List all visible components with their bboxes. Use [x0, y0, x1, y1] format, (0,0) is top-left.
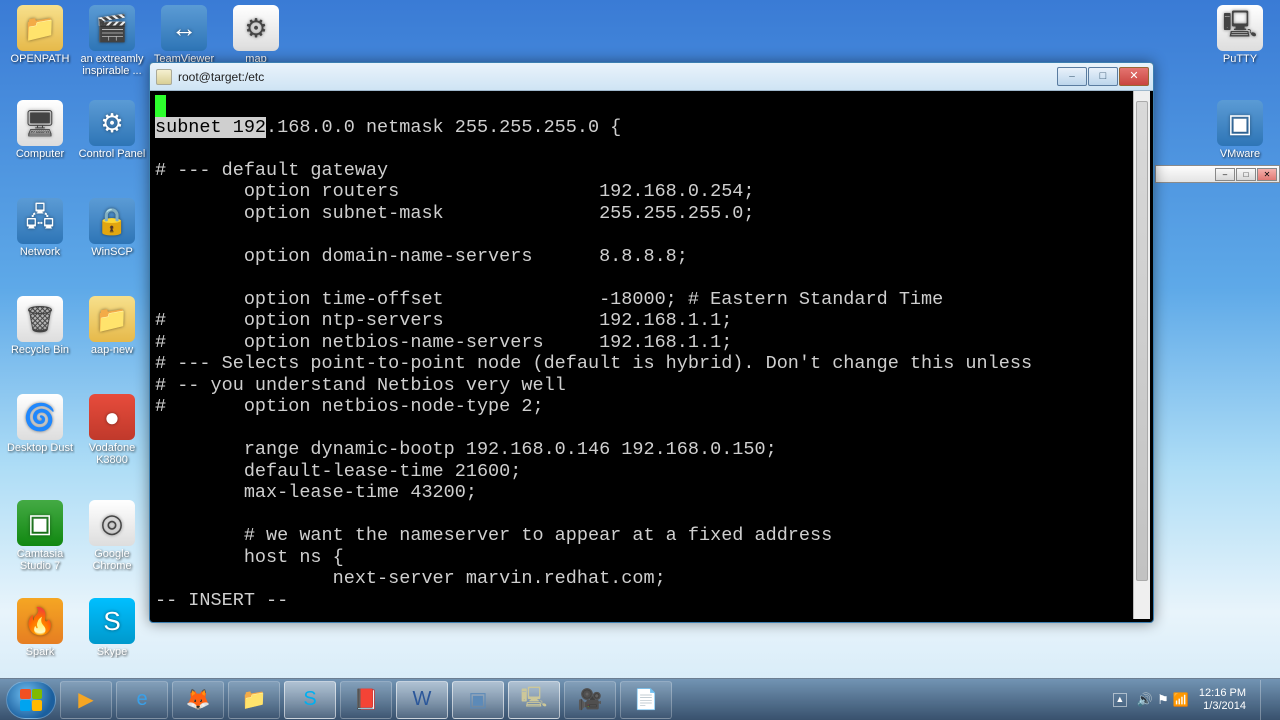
spark-icon: 🔥: [17, 598, 63, 644]
close-button[interactable]: ✕: [1119, 67, 1149, 86]
windows-logo-icon: [20, 689, 42, 711]
desktop-icon-camtasia-studio-7[interactable]: ▣Camtasia Studio 7: [5, 500, 75, 572]
desktop-icon-desktop-dust[interactable]: 🌀 Desktop Dust: [5, 394, 75, 454]
icon-label: Skype: [77, 646, 147, 658]
taskbar-pdf[interactable]: 📕: [340, 681, 392, 719]
desktop-icon-aap-new[interactable]: 📁 aap-new: [77, 296, 147, 356]
desktop-icon-putty[interactable]: 🖳 PuTTY: [1205, 5, 1275, 65]
taskbar-media-player[interactable]: ▶: [60, 681, 112, 719]
taskbar-word[interactable]: W: [396, 681, 448, 719]
an-icon: 🎬: [89, 5, 135, 51]
google-icon: ◎: [89, 500, 135, 546]
desktop-icon-google-chrome[interactable]: ◎Google Chrome: [77, 500, 147, 572]
openpath-icon: 📁: [17, 5, 63, 51]
icon-label: WinSCP: [77, 246, 147, 258]
desktop-icon-map[interactable]: ⚙map: [221, 5, 291, 65]
clock[interactable]: 12:16 PM 1/3/2014: [1199, 687, 1246, 713]
map-icon: ⚙: [233, 5, 279, 51]
bg-min-button[interactable]: ‒: [1215, 168, 1235, 181]
taskbar-vmware[interactable]: ▣: [452, 681, 504, 719]
camtasia-icon: ▣: [17, 500, 63, 546]
vmware-icon: ▣: [1217, 100, 1263, 146]
icon-label: Vodafone K3800: [77, 442, 147, 466]
taskbar-internet-explorer[interactable]: e: [116, 681, 168, 719]
desktop-icon-openpath[interactable]: 📁 OPENPATH: [5, 5, 75, 65]
desktop-icon-an-extreamly-inspirable[interactable]: 🎬an extreamly inspirable ...: [77, 5, 147, 77]
taskbar-putty[interactable]: 🖳: [508, 681, 560, 719]
start-button[interactable]: [6, 681, 56, 719]
teamviewer-icon: ↔: [161, 5, 207, 51]
computer-icon: 🖥: [17, 100, 63, 146]
bg-close-button[interactable]: ✕: [1257, 168, 1277, 181]
scrollbar-thumb[interactable]: [1136, 101, 1148, 581]
terminal-content[interactable]: subnet 192.168.0.0 netmask 255.255.255.0…: [153, 91, 1133, 619]
putty-title: root@target:/etc: [178, 70, 1051, 84]
tray-overflow-button[interactable]: ▲: [1113, 693, 1127, 707]
putty-icon: [156, 69, 172, 85]
icon-label: Recycle Bin: [5, 344, 75, 356]
bg-max-button[interactable]: □: [1236, 168, 1256, 181]
desktop-icon-vmware[interactable]: ▣ VMware: [1205, 100, 1275, 160]
icon-label: aap-new: [77, 344, 147, 356]
background-window-controls: ‒ □ ✕: [1155, 165, 1280, 183]
desktop-icon-winscp[interactable]: 🔒 WinSCP: [77, 198, 147, 258]
terminal-scrollbar[interactable]: [1133, 91, 1150, 619]
icon-label: Spark: [5, 646, 75, 658]
taskbar-explorer[interactable]: 📁: [228, 681, 280, 719]
icon-label: Google Chrome: [77, 548, 147, 572]
icon-label: Network: [5, 246, 75, 258]
desktop-icon-vodafone-k3800[interactable]: ●Vodafone K3800: [77, 394, 147, 466]
minimize-button[interactable]: ‒: [1057, 67, 1087, 86]
desktop-icon-spark[interactable]: 🔥 Spark: [5, 598, 75, 658]
taskbar-notepad[interactable]: 📄: [620, 681, 672, 719]
icon-label: Desktop Dust: [5, 442, 75, 454]
taskbar-firefox[interactable]: 🦊: [172, 681, 224, 719]
control-icon: ⚙: [89, 100, 135, 146]
desktop-icon-network[interactable]: 🖧 Network: [5, 198, 75, 258]
winscp-icon: 🔒: [89, 198, 135, 244]
taskbar-skype[interactable]: S: [284, 681, 336, 719]
desktop-icon-recycle-bin[interactable]: 🗑 Recycle Bin: [5, 296, 75, 356]
icon-label: Computer: [5, 148, 75, 160]
taskbar-camtasia[interactable]: 🎥: [564, 681, 616, 719]
icon-label: OPENPATH: [5, 53, 75, 65]
putty-icon: 🖳: [1217, 5, 1263, 51]
icon-label: PuTTY: [1205, 53, 1275, 65]
clock-time: 12:16 PM: [1199, 687, 1246, 700]
desktop-icon: 🌀: [17, 394, 63, 440]
icon-label: Camtasia Studio 7: [5, 548, 75, 572]
putty-window: root@target:/etc ‒ □ ✕ subnet 192.168.0.…: [149, 62, 1154, 623]
putty-titlebar[interactable]: root@target:/etc ‒ □ ✕: [150, 63, 1153, 91]
desktop-icon-control-panel[interactable]: ⚙ Control Panel: [77, 100, 147, 160]
icon-label: Control Panel: [77, 148, 147, 160]
icon-label: an extreamly inspirable ...: [77, 53, 147, 77]
recycle-icon: 🗑: [17, 296, 63, 342]
skype-icon: S: [89, 598, 135, 644]
desktop: 📁OPENPATH🎬an extreamly inspirable ...↔Te…: [0, 0, 1280, 720]
icon-label: VMware: [1205, 148, 1275, 160]
vodafone-icon: ●: [89, 394, 135, 440]
system-tray: ▲ 🔊⚑📶 12:16 PM 1/3/2014: [1113, 680, 1274, 720]
show-desktop-button[interactable]: [1260, 680, 1270, 720]
taskbar: ▶e🦊📁S📕W▣🖳🎥📄 ▲ 🔊⚑📶 12:16 PM 1/3/2014: [0, 678, 1280, 720]
desktop-icon-teamviewer[interactable]: ↔TeamViewer: [149, 5, 219, 65]
aap-new-icon: 📁: [89, 296, 135, 342]
maximize-button[interactable]: □: [1088, 67, 1118, 86]
clock-date: 1/3/2014: [1199, 700, 1246, 713]
network-icon: 🖧: [17, 198, 63, 244]
tray-icons[interactable]: 🔊⚑📶: [1135, 692, 1191, 708]
desktop-icon-computer[interactable]: 🖥 Computer: [5, 100, 75, 160]
desktop-icon-skype[interactable]: S Skype: [77, 598, 147, 658]
